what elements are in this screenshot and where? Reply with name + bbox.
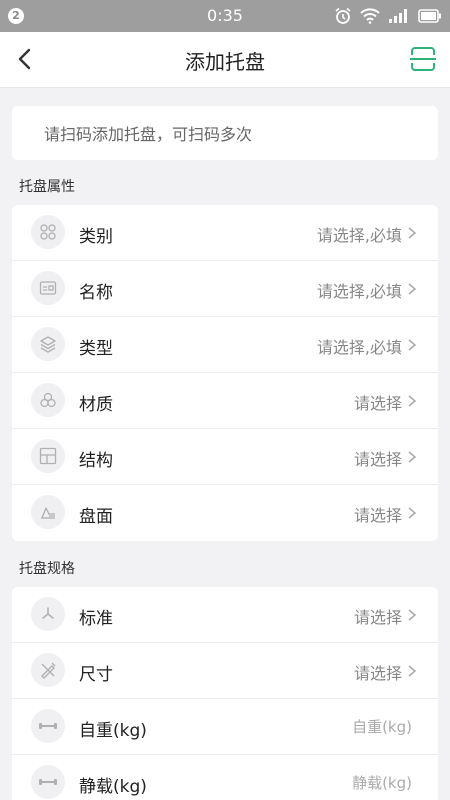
row-value: 请选择,必填 bbox=[316, 226, 402, 245]
category-grid-icon bbox=[31, 215, 65, 249]
chevron-left-icon bbox=[17, 48, 33, 74]
chevron-right-icon bbox=[408, 395, 417, 407]
wifi-icon bbox=[360, 8, 380, 24]
row-value: 请选择,必填 bbox=[316, 282, 402, 301]
layout-icon bbox=[31, 439, 65, 473]
row-self-weight[interactable]: 自重(kg) 自重(kg) bbox=[12, 699, 438, 755]
row-static-load[interactable]: 静载(kg) 静载(kg) bbox=[12, 755, 438, 800]
ruler-pencil-icon bbox=[31, 653, 65, 687]
chevron-right-icon bbox=[408, 339, 417, 351]
scan-icon bbox=[409, 46, 437, 76]
id-card-icon bbox=[31, 271, 65, 305]
row-standard[interactable]: 标准 请选择 bbox=[12, 587, 438, 643]
row-label: 标准 bbox=[79, 609, 113, 629]
row-surface[interactable]: 盘面 请选择 bbox=[12, 485, 438, 541]
standard-icon bbox=[31, 597, 65, 631]
row-label: 类型 bbox=[79, 339, 113, 359]
dumbbell-icon bbox=[31, 709, 65, 743]
row-value: 请选择 bbox=[353, 608, 402, 627]
row-structure[interactable]: 结构 请选择 bbox=[12, 429, 438, 485]
attributes-list: 类别 请选择,必填 名称 请选择,必填 类型 请选择,必填 材质 请选择 结构 … bbox=[12, 205, 438, 541]
section-title-specs: 托盘规格 bbox=[19, 561, 75, 577]
row-label: 静载(kg) bbox=[79, 777, 147, 797]
status-icons bbox=[334, 6, 442, 26]
chevron-right-icon bbox=[408, 451, 417, 463]
battery-icon bbox=[418, 9, 442, 23]
chevron-right-icon bbox=[408, 507, 417, 519]
surface-icon bbox=[31, 495, 65, 529]
back-button[interactable] bbox=[10, 46, 40, 76]
row-name[interactable]: 名称 请选择,必填 bbox=[12, 261, 438, 317]
status-bar: 2 0:35 bbox=[0, 0, 450, 32]
row-value: 请选择,必填 bbox=[316, 338, 402, 357]
row-label: 尺寸 bbox=[79, 665, 113, 685]
row-material[interactable]: 材质 请选择 bbox=[12, 373, 438, 429]
self-weight-input[interactable]: 自重(kg) bbox=[352, 716, 412, 737]
row-label: 材质 bbox=[79, 395, 113, 415]
row-value: 请选择 bbox=[353, 664, 402, 683]
static-load-input[interactable]: 静载(kg) bbox=[352, 772, 412, 793]
app-header: 添加托盘 bbox=[0, 32, 450, 88]
section-title-attributes: 托盘属性 bbox=[19, 179, 75, 195]
chevron-right-icon bbox=[408, 665, 417, 677]
row-label: 盘面 bbox=[79, 507, 113, 527]
row-label: 结构 bbox=[79, 451, 113, 471]
row-value: 请选择 bbox=[353, 506, 402, 525]
dumbbell-icon bbox=[31, 765, 65, 799]
row-value: 请选择 bbox=[353, 450, 402, 469]
row-size[interactable]: 尺寸 请选择 bbox=[12, 643, 438, 699]
signal-icon bbox=[388, 8, 410, 24]
layers-icon bbox=[31, 327, 65, 361]
chevron-right-icon bbox=[408, 609, 417, 621]
scan-hint: 请扫码添加托盘，可扫码多次 bbox=[44, 125, 253, 144]
row-label: 名称 bbox=[79, 283, 113, 303]
row-category[interactable]: 类别 请选择,必填 bbox=[12, 205, 438, 261]
scan-button[interactable] bbox=[408, 46, 438, 76]
row-type[interactable]: 类型 请选择,必填 bbox=[12, 317, 438, 373]
row-value: 请选择 bbox=[353, 394, 402, 413]
chevron-right-icon bbox=[408, 283, 417, 295]
row-label: 自重(kg) bbox=[79, 721, 147, 741]
chevron-right-icon bbox=[408, 227, 417, 239]
page-title: 添加托盘 bbox=[185, 50, 265, 74]
row-label: 类别 bbox=[79, 227, 113, 247]
specs-list: 标准 请选择 尺寸 请选择 自重(kg) 自重(kg) 静载(kg) 静载(kg… bbox=[12, 587, 438, 800]
circles-icon bbox=[31, 383, 65, 417]
scan-input-card[interactable]: 请扫码添加托盘，可扫码多次 bbox=[12, 106, 438, 160]
alarm-icon bbox=[334, 7, 352, 25]
